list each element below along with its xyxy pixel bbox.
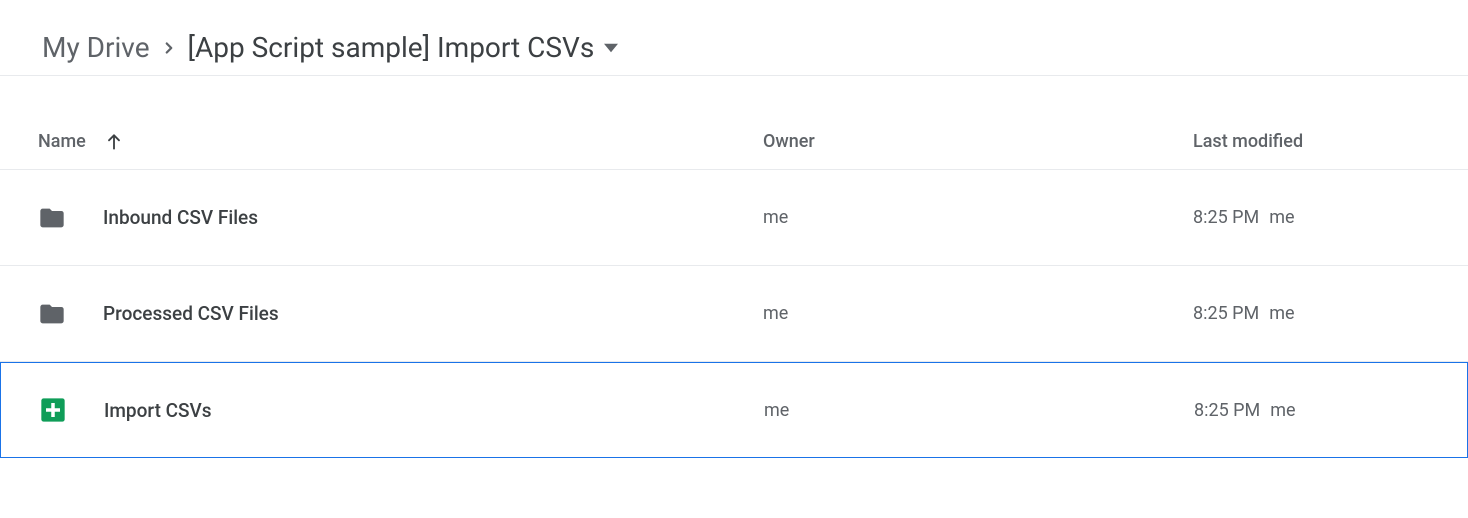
- folder-icon: [38, 203, 68, 233]
- column-header-owner-label: Owner: [763, 131, 815, 152]
- modified-time: 8:25 PM: [1193, 207, 1259, 228]
- column-header-name[interactable]: Name: [38, 131, 763, 152]
- breadcrumb-root[interactable]: My Drive: [42, 27, 150, 68]
- table-row[interactable]: Import CSVsme8:25 PMme: [0, 362, 1468, 458]
- table-header: Name Owner Last modified: [0, 114, 1468, 170]
- cell-owner: me: [764, 400, 1194, 421]
- arrow-up-icon: [104, 132, 124, 152]
- table-row[interactable]: Processed CSV Filesme8:25 PMme: [0, 266, 1468, 362]
- file-list: Inbound CSV Filesme8:25 PMmeProcessed CS…: [0, 170, 1468, 458]
- file-name: Import CSVs: [104, 399, 212, 422]
- cell-modified: 8:25 PM me: [1193, 207, 1468, 228]
- table-row[interactable]: Inbound CSV Filesme8:25 PMme: [0, 170, 1468, 266]
- caret-down-icon: [604, 41, 618, 55]
- cell-name: Import CSVs: [39, 395, 764, 425]
- modified-time: 8:25 PM: [1194, 400, 1260, 421]
- file-name: Inbound CSV Files: [103, 206, 258, 229]
- modified-by: me: [1269, 207, 1294, 228]
- column-header-modified-label: Last modified: [1193, 131, 1303, 152]
- column-header-owner[interactable]: Owner: [763, 131, 1193, 152]
- folder-icon: [38, 299, 68, 329]
- chevron-right-icon: [160, 39, 178, 57]
- modified-by: me: [1269, 303, 1294, 324]
- sheets-icon: [39, 395, 69, 425]
- file-name: Processed CSV Files: [103, 302, 279, 325]
- cell-modified: 8:25 PM me: [1194, 400, 1467, 421]
- cell-owner: me: [763, 303, 1193, 324]
- breadcrumb: My Drive [App Script sample] Import CSVs: [0, 20, 1468, 76]
- cell-modified: 8:25 PM me: [1193, 303, 1468, 324]
- modified-by: me: [1270, 400, 1295, 421]
- column-header-modified[interactable]: Last modified: [1193, 131, 1468, 152]
- cell-name: Processed CSV Files: [38, 299, 763, 329]
- breadcrumb-current-label: [App Script sample] Import CSVs: [188, 27, 595, 68]
- modified-time: 8:25 PM: [1193, 303, 1259, 324]
- cell-owner: me: [763, 207, 1193, 228]
- cell-name: Inbound CSV Files: [38, 203, 763, 233]
- breadcrumb-current[interactable]: [App Script sample] Import CSVs: [188, 27, 619, 68]
- column-header-name-label: Name: [38, 131, 86, 152]
